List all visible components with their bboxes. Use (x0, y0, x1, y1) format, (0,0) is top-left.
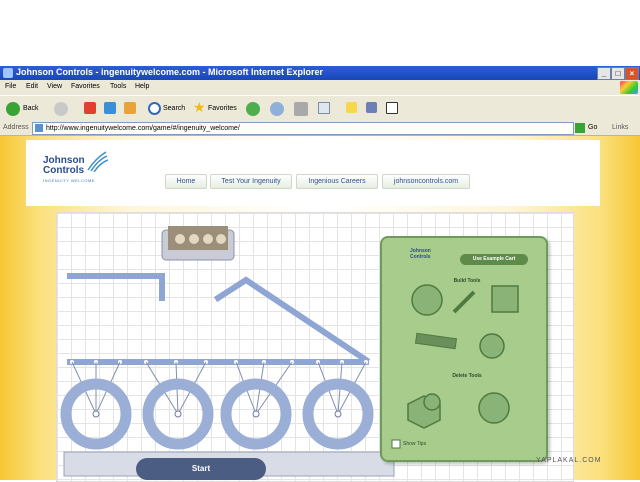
wheel-tool-icon[interactable] (411, 284, 443, 316)
nav-ingenious-careers[interactable]: Ingenious Careers (296, 174, 378, 189)
start-button[interactable]: Start (136, 458, 266, 480)
johnson-controls-logo[interactable]: Johnson Controls INGENUITY WELCOME (43, 151, 108, 183)
links-button[interactable]: Links (612, 124, 628, 131)
edit-icon[interactable] (318, 102, 330, 114)
toolbar: Back Search ★ Favorites (0, 95, 640, 122)
maximize-button[interactable]: □ (611, 67, 625, 80)
delete-joint-tool-icon[interactable] (478, 392, 510, 424)
minimize-button[interactable]: _ (597, 67, 611, 80)
tools-graphics (391, 284, 519, 449)
history-icon[interactable] (246, 102, 260, 116)
logo-swirl-icon (87, 151, 108, 172)
back-button[interactable]: Back (23, 105, 39, 112)
favorites-button[interactable]: Favorites (208, 105, 237, 112)
beam-tool-icon[interactable] (452, 290, 476, 314)
menu-view[interactable]: View (47, 83, 62, 90)
site-header (26, 140, 600, 206)
search-icon[interactable] (148, 102, 161, 115)
tool-panel: Johnson Controls Use Example Cart Build … (380, 236, 548, 462)
home-icon[interactable] (124, 102, 136, 114)
window-title: Johnson Controls - ingenuitywelcome.com … (16, 67, 324, 77)
forward-arrow-icon[interactable] (54, 102, 68, 116)
windows-logo-icon (620, 81, 638, 94)
print-icon[interactable] (294, 102, 308, 116)
mail-icon[interactable] (270, 102, 284, 116)
show-tips-label: Show Tips (403, 441, 427, 447)
close-button[interactable]: × (625, 67, 639, 80)
nav-test-ingenuity[interactable]: Test Your Ingenuity (210, 174, 292, 189)
refresh-icon[interactable] (104, 102, 116, 114)
address-label: Address (3, 124, 29, 131)
go-arrow-icon[interactable] (575, 123, 585, 133)
menu-help[interactable]: Help (135, 83, 149, 90)
show-tips-checkbox[interactable] (391, 439, 401, 449)
favorites-star-icon[interactable]: ★ (193, 100, 207, 114)
menu-tools[interactable]: Tools (110, 83, 126, 90)
block-tool-icon[interactable] (491, 285, 519, 313)
menu-bar: File Edit View Favorites Tools Help (0, 80, 640, 95)
window-title-bar[interactable]: Johnson Controls - ingenuitywelcome.com … (0, 66, 640, 80)
beam[interactable] (213, 276, 371, 365)
page-icon (35, 124, 43, 132)
back-arrow-icon[interactable] (6, 102, 20, 116)
spring-tool-icon[interactable] (414, 332, 458, 350)
cart-canvas[interactable] (56, 212, 396, 480)
messenger-icon[interactable] (366, 102, 377, 113)
notes-icon[interactable] (346, 102, 357, 113)
address-input[interactable]: http://www.ingenuitywelcome.com/game/#/i… (32, 122, 574, 135)
ie-icon (3, 68, 13, 78)
motor-block[interactable] (161, 226, 235, 261)
watermark: YAPLAKAL.COM (536, 457, 602, 464)
stop-icon[interactable] (84, 102, 96, 114)
menu-file[interactable]: File (5, 83, 16, 90)
search-button[interactable]: Search (163, 105, 185, 112)
menu-edit[interactable]: Edit (26, 83, 38, 90)
logo-tagline: INGENUITY WELCOME (43, 178, 95, 183)
nav-johnsoncontrols[interactable]: johnsoncontrols.com (382, 174, 470, 189)
address-url: http://www.ingenuitywelcome.com/game/#/i… (46, 125, 240, 132)
address-bar: Address http://www.ingenuitywelcome.com/… (0, 121, 640, 136)
research-icon[interactable] (386, 102, 398, 114)
beam[interactable] (67, 273, 165, 301)
menu-favorites[interactable]: Favorites (71, 83, 100, 90)
nav-home[interactable]: Home (165, 174, 207, 189)
delete-block-tool-icon[interactable] (407, 393, 441, 429)
axle-tool-icon[interactable] (479, 333, 505, 359)
go-button[interactable]: Go (588, 124, 597, 131)
